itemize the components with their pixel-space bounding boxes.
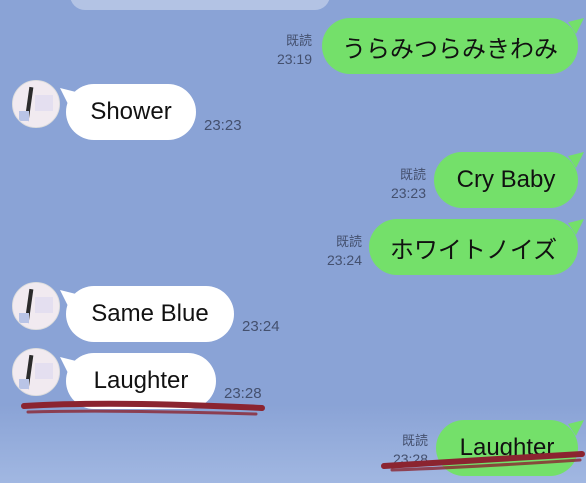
message-text: Cry Baby bbox=[456, 166, 556, 193]
bubble-tail bbox=[568, 18, 584, 34]
message-text: ホワイトノイズ bbox=[389, 236, 558, 264]
top-partial-bubble bbox=[70, 0, 330, 10]
message-time: 23:23 bbox=[204, 117, 242, 134]
red-underline-annotation bbox=[21, 400, 585, 472]
message-text: Laughter bbox=[93, 367, 189, 394]
message-meta: 既読 23:24 bbox=[312, 233, 362, 269]
avatar[interactable] bbox=[12, 348, 60, 396]
message-time: 23:24 bbox=[242, 318, 280, 335]
read-receipt: 既読 bbox=[335, 234, 362, 249]
message-bubble-sent[interactable]: Cry Baby bbox=[434, 152, 578, 208]
message-time: 23:23 bbox=[390, 185, 426, 201]
bubble-tail bbox=[568, 152, 584, 168]
message-text: Shower bbox=[90, 98, 172, 125]
contact-avatar-icon bbox=[13, 349, 59, 395]
contact-avatar-icon bbox=[13, 283, 59, 329]
message-bubble-sent[interactable]: うらみつらみきわみ bbox=[322, 18, 578, 74]
message-bubble-received[interactable]: Shower bbox=[66, 84, 196, 140]
avatar[interactable] bbox=[12, 80, 60, 128]
message-text: うらみつらみきわみ bbox=[342, 35, 558, 63]
read-receipt: 既読 bbox=[399, 167, 426, 182]
message-bubble-sent[interactable]: ホワイトノイズ bbox=[369, 219, 578, 275]
avatar[interactable] bbox=[12, 282, 60, 330]
message-meta: 既読 23:23 bbox=[376, 166, 426, 202]
message-text: Same Blue bbox=[91, 300, 209, 327]
message-time: 23:24 bbox=[326, 252, 362, 268]
read-receipt: 既読 bbox=[285, 33, 312, 48]
message-meta: 既読 23:19 bbox=[262, 32, 312, 68]
message-bubble-received[interactable]: Same Blue bbox=[66, 286, 234, 342]
message-time: 23:19 bbox=[276, 51, 312, 67]
contact-avatar-icon bbox=[13, 81, 59, 127]
bubble-tail bbox=[568, 219, 584, 235]
